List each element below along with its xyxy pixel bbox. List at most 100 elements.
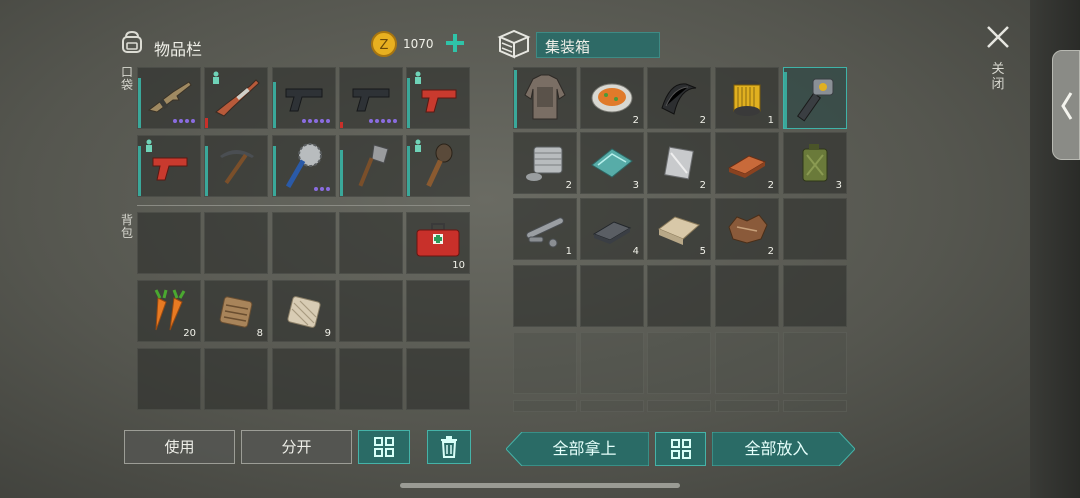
pocket-slot-flare-gun[interactable] — [406, 67, 470, 129]
item-count: 3 — [835, 180, 842, 191]
container-slot-empty[interactable] — [783, 265, 847, 327]
container-slot-metal-plate[interactable]: 2 — [647, 132, 711, 194]
container-slot-leather[interactable]: 2 — [715, 198, 779, 260]
shovel-icon — [358, 144, 389, 187]
chevron-left-icon — [1061, 92, 1073, 120]
container-slot-pipe-parts[interactable]: 1 — [513, 198, 577, 260]
backpack-slot-first-aid-kit[interactable]: 10 — [406, 212, 470, 274]
container-icon — [497, 27, 531, 63]
pocket-slot-rifle[interactable] — [137, 67, 201, 129]
backpack-slot-empty[interactable] — [204, 212, 268, 274]
hay-icon — [219, 296, 253, 328]
put-all-label: 全部放入 — [744, 439, 809, 458]
item-count: 2 — [565, 180, 572, 191]
add-coins-button[interactable] — [444, 32, 466, 54]
container-slot-cloth[interactable]: 5 — [647, 198, 711, 260]
pipe-parts-icon — [526, 217, 564, 248]
use-button[interactable]: 使用 — [124, 430, 235, 464]
container-slot-locked — [715, 332, 779, 394]
backpack-slot-empty[interactable] — [406, 280, 470, 342]
container-title-box: 集装箱 — [536, 32, 660, 58]
container-slot-oil-filter[interactable]: 1 — [715, 67, 779, 129]
container-slot-locked — [580, 332, 644, 394]
spiked-club-icon — [426, 143, 453, 187]
flare-gun-icon — [421, 89, 457, 113]
container-slot-engine-cylinder[interactable]: 2 — [513, 132, 577, 194]
backpack-slot-hay[interactable]: 8 — [204, 280, 268, 342]
backpack-slot-empty[interactable] — [137, 348, 201, 410]
trash-button[interactable] — [427, 430, 471, 464]
container-slot-iron-ingot[interactable]: 4 — [580, 198, 644, 260]
jerry-can-icon — [802, 144, 828, 182]
svg-text:Z: Z — [380, 38, 389, 53]
section-divider — [137, 205, 470, 206]
chainsaw-part-icon — [796, 78, 834, 122]
container-slot-empty[interactable] — [647, 265, 711, 327]
item-count: 4 — [632, 246, 639, 257]
grid-icon — [374, 437, 394, 457]
backpack-slot-empty[interactable] — [339, 348, 403, 410]
flare-gun-icon — [152, 157, 188, 181]
container-title: 集装箱 — [545, 38, 591, 56]
container-slot-empty[interactable] — [513, 265, 577, 327]
backpack-slot-fiber[interactable]: 9 — [272, 280, 336, 342]
backpack-slot-empty[interactable] — [339, 280, 403, 342]
pocket-label: 口袋 — [120, 65, 133, 92]
pocket-slot-shovel[interactable] — [339, 135, 403, 197]
put-all-button[interactable]: 全部放入 — [712, 432, 855, 466]
backpack-slot-empty[interactable] — [272, 348, 336, 410]
home-indicator[interactable] — [400, 483, 680, 488]
container-slot-jerry-can[interactable]: 3 — [783, 132, 847, 194]
item-count: 1 — [767, 115, 774, 126]
close-button[interactable]: 关闭 — [982, 22, 1014, 102]
item-count: 1 — [565, 246, 572, 257]
sort-container-button[interactable] — [655, 432, 706, 466]
rifle-icon — [147, 81, 192, 113]
glass-sheet-icon — [591, 148, 633, 178]
item-count: 2 — [767, 180, 774, 191]
side-drawer-handle[interactable] — [1052, 50, 1080, 160]
grid-icon — [670, 439, 691, 459]
container-slot-armor-jacket[interactable] — [513, 67, 577, 129]
sort-inventory-button[interactable] — [358, 430, 410, 464]
item-count: 5 — [699, 246, 706, 257]
container-slot-copper-ingot[interactable]: 2 — [715, 132, 779, 194]
trash-icon — [441, 436, 457, 458]
pickaxe-icon — [220, 150, 254, 185]
close-icon — [987, 26, 1009, 48]
backpack-slot-empty[interactable] — [406, 348, 470, 410]
pocket-slot-pickaxe[interactable] — [204, 135, 268, 197]
backpack-slot-carrots[interactable]: 20 — [137, 280, 201, 342]
container-slot-vegetable-stew[interactable]: 2 — [580, 67, 644, 129]
container-slot-rubber-sheet[interactable]: 2 — [647, 67, 711, 129]
pocket-slot-saw-mace[interactable] — [272, 135, 336, 197]
split-button[interactable]: 分开 — [241, 430, 352, 464]
backpack-slot-empty[interactable] — [137, 212, 201, 274]
backpack-slot-empty[interactable] — [204, 348, 268, 410]
container-slot-empty[interactable] — [580, 265, 644, 327]
pocket-slot-pistol-2[interactable] — [339, 67, 403, 129]
pocket-slot-pistol[interactable] — [272, 67, 336, 129]
inventory-title: 物品栏 — [154, 40, 203, 59]
armor-jacket-icon — [524, 74, 566, 120]
item-count: 2 — [699, 115, 706, 126]
container-slot-empty[interactable] — [715, 265, 779, 327]
pocket-slot-shotgun[interactable] — [204, 67, 268, 129]
take-all-button[interactable]: 全部拿上 — [506, 432, 649, 466]
pocket-slot-spiked-club[interactable] — [406, 135, 470, 197]
container-slot-glass-sheet[interactable]: 3 — [580, 132, 644, 194]
rubber-sheet-icon — [661, 83, 697, 115]
item-count: 10 — [452, 260, 465, 271]
item-count: 8 — [256, 328, 263, 339]
backpack-slot-empty[interactable] — [339, 212, 403, 274]
container-slot-empty[interactable] — [783, 198, 847, 260]
backpack-icon — [118, 28, 146, 60]
container-slot-chainsaw-part[interactable] — [783, 67, 847, 129]
cloth-icon — [658, 216, 700, 245]
backpack-slot-empty[interactable] — [272, 212, 336, 274]
pocket-slot-flare-gun-2[interactable] — [137, 135, 201, 197]
container-slot-locked — [715, 400, 779, 412]
iron-ingot-icon — [592, 221, 632, 244]
item-count: 3 — [632, 180, 639, 191]
fiber-icon — [287, 296, 321, 328]
